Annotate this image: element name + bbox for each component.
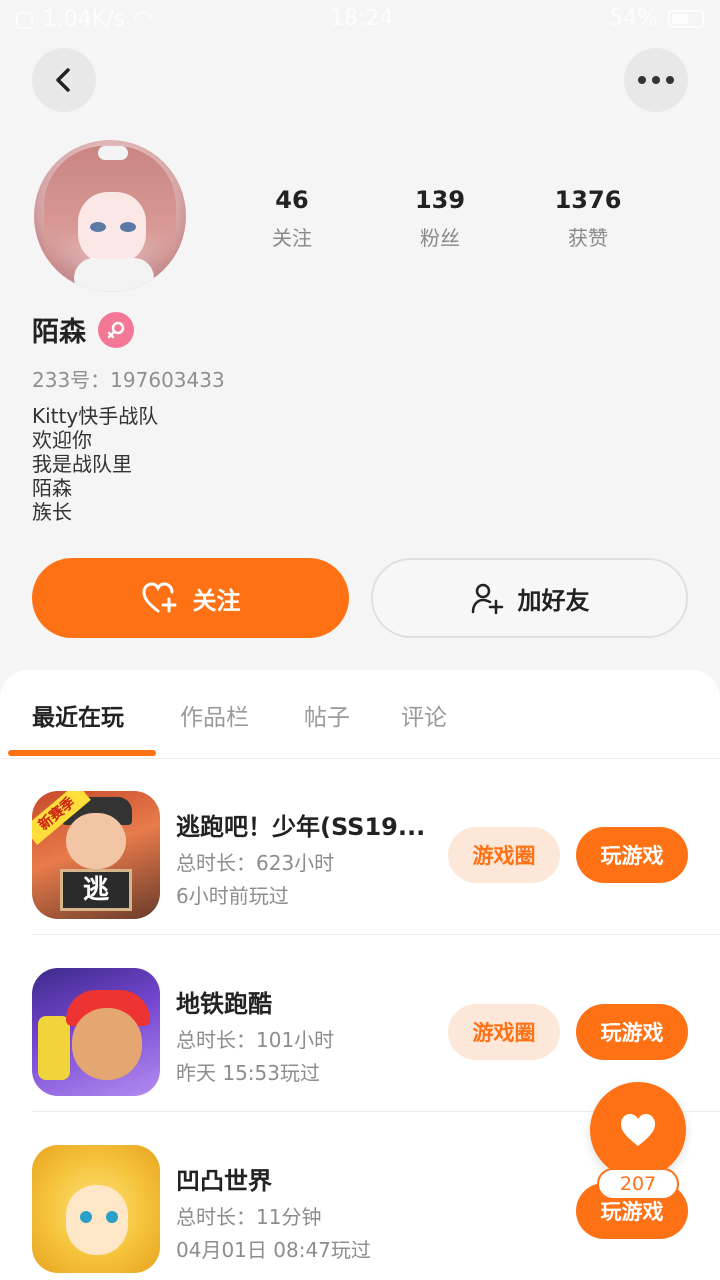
user-bio: Kitty快手战队 欢迎你 我是战队里 陌森 族长: [32, 404, 158, 524]
bio-line: 族长: [32, 500, 72, 524]
divider: [32, 934, 720, 935]
active-tab-indicator: [8, 750, 156, 756]
user-name: 陌森: [32, 317, 86, 348]
wifi-icon: ◠: [133, 6, 153, 32]
add-user-icon: [471, 583, 503, 615]
play-game-button[interactable]: 玩游戏: [576, 1004, 688, 1060]
add-friend-button[interactable]: 加好友: [371, 558, 688, 638]
game-icon[interactable]: [32, 968, 160, 1096]
bio-line: 陌森: [32, 476, 72, 500]
follow-button[interactable]: 关注: [32, 558, 349, 638]
following-count: 46: [275, 186, 309, 214]
heart-icon: [621, 1114, 655, 1146]
more-icon: [638, 76, 674, 84]
play-game-button[interactable]: 玩游戏: [576, 827, 688, 883]
fans-label: 粉丝: [420, 226, 460, 250]
game-circle-button[interactable]: 游戏圈: [448, 827, 560, 883]
female-icon: [98, 311, 134, 348]
tab-recent-games[interactable]: 最近在玩: [32, 698, 124, 732]
game-last-played: 昨天 15:53玩过: [176, 1061, 320, 1085]
bio-line: 我是战队里: [32, 452, 132, 476]
tab-works[interactable]: 作品栏: [180, 698, 249, 732]
name-row: 陌森: [32, 310, 134, 349]
status-bar: ▢ 1.04K/s ◠ 18:24 54%: [0, 0, 720, 38]
heart-plus-icon: [141, 582, 176, 613]
more-options-button[interactable]: [624, 48, 688, 112]
user-id: 233号：197603433: [32, 368, 225, 392]
game-icon-sign: 逃: [60, 869, 132, 911]
fans-stat[interactable]: 139 粉丝: [380, 186, 500, 251]
game-last-played: 04月01日 08:47玩过: [176, 1238, 371, 1262]
list-item[interactable]: 新赛季 逃 逃跑吧！少年(SS19... 总时长：623小时 6小时前玩过 游戏…: [0, 759, 720, 935]
bio-line: 欢迎你: [32, 428, 92, 452]
game-title: 凹凸世界: [176, 1167, 272, 1195]
game-duration: 总时长：101小时: [176, 1028, 335, 1052]
chevron-left-icon: [56, 68, 70, 92]
battery-icon: [668, 9, 704, 28]
like-count-badge: 207: [597, 1168, 679, 1200]
game-duration: 总时长：11分钟: [176, 1205, 322, 1229]
game-title: 逃跑吧！少年(SS19...: [176, 813, 426, 841]
game-icon[interactable]: [32, 1145, 160, 1273]
game-duration: 总时长：623小时: [176, 851, 335, 875]
like-button[interactable]: [590, 1082, 686, 1178]
following-stat[interactable]: 46 关注: [232, 186, 352, 251]
fans-count: 139: [414, 186, 466, 214]
clock: 18:24: [330, 6, 394, 31]
tab-comments[interactable]: 评论: [401, 698, 447, 732]
notification-icon: ▢: [14, 6, 35, 32]
net-speed: 1.04K/s: [42, 6, 126, 32]
add-friend-label: 加好友: [517, 586, 590, 615]
game-last-played: 6小时前玩过: [176, 884, 289, 908]
game-title: 地铁跑酷: [176, 990, 272, 1018]
game-circle-button[interactable]: 游戏圈: [448, 1004, 560, 1060]
battery-level: 54%: [609, 6, 658, 31]
following-label: 关注: [272, 226, 312, 250]
back-button[interactable]: [32, 48, 96, 112]
avatar[interactable]: [34, 140, 186, 292]
game-icon[interactable]: 新赛季 逃: [32, 791, 160, 919]
likes-stat[interactable]: 1376 获赞: [528, 186, 648, 251]
bio-line: Kitty快手战队: [32, 404, 159, 428]
follow-label: 关注: [192, 586, 241, 615]
tab-posts[interactable]: 帖子: [304, 698, 350, 732]
likes-count: 1376: [554, 186, 622, 214]
tab-bar: 最近在玩 作品栏 帖子 评论: [0, 698, 720, 758]
list-item[interactable]: 地铁跑酷 总时长：101小时 昨天 15:53玩过 游戏圈 玩游戏: [0, 936, 720, 1112]
likes-label: 获赞: [568, 226, 608, 250]
